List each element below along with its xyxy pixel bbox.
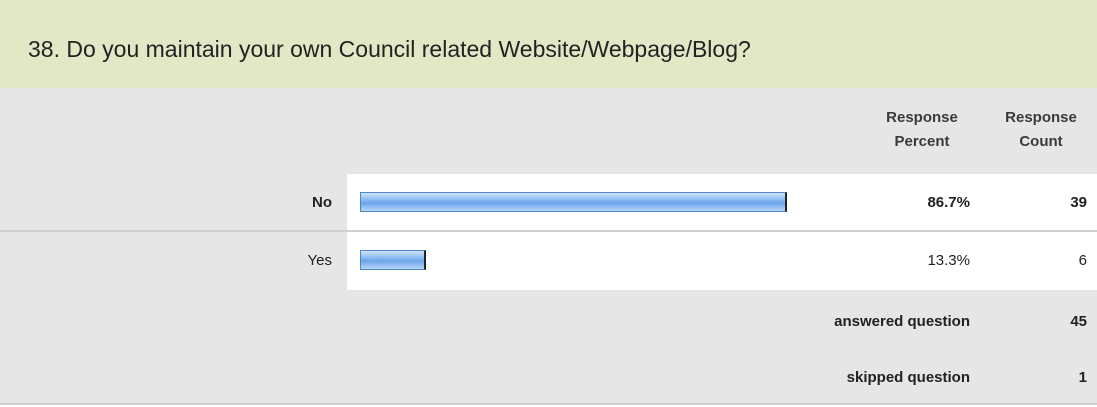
response-count-header-line1: Response xyxy=(1005,109,1077,126)
response-percent-header: Response Percent xyxy=(862,106,982,154)
row-label-yes: Yes xyxy=(307,252,332,269)
bottom-border xyxy=(0,403,1097,405)
summary-band xyxy=(0,290,1097,404)
response-percent-header-line1: Response xyxy=(886,109,958,126)
row-label-no: No xyxy=(312,194,332,211)
bar-yes xyxy=(360,250,426,270)
row-data-area-yes xyxy=(347,232,1097,290)
response-count-header-line2: Count xyxy=(1019,133,1063,150)
row-count-no: 39 xyxy=(1070,194,1087,211)
skipped-question-label: skipped question xyxy=(846,369,970,386)
answered-question-value: 45 xyxy=(1070,313,1087,330)
question-title: 38. Do you maintain your own Council rel… xyxy=(28,36,751,62)
bar-no xyxy=(360,192,787,212)
answered-question-label: answered question xyxy=(834,313,970,330)
response-count-header: Response Count xyxy=(985,106,1097,154)
row-count-yes: 6 xyxy=(1078,252,1087,269)
survey-question-panel: 38. Do you maintain your own Council rel… xyxy=(0,0,1097,407)
row-percent-yes: 13.3% xyxy=(927,252,970,269)
row-percent-no: 86.7% xyxy=(927,194,970,211)
response-percent-header-line2: Percent xyxy=(894,133,950,150)
skipped-question-value: 1 xyxy=(1078,369,1087,386)
question-title-bar: 38. Do you maintain your own Council rel… xyxy=(0,0,1097,88)
